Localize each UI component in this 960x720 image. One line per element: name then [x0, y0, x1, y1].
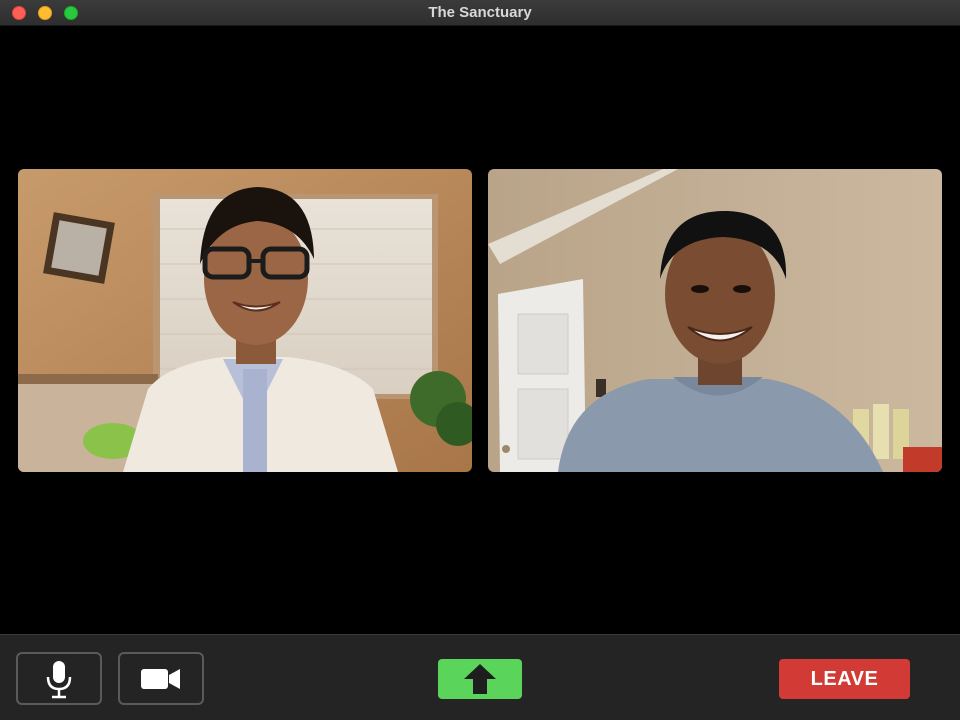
toggle-video-button[interactable] — [118, 652, 204, 705]
video-camera-icon — [141, 668, 180, 689]
video-stage — [0, 26, 960, 634]
leave-call-button[interactable]: LEAVE — [779, 659, 910, 699]
share-screen-button[interactable] — [438, 659, 522, 699]
participant-video-feed-right — [488, 169, 942, 472]
window-title: The Sanctuary — [428, 4, 532, 21]
window-titlebar: The Sanctuary — [0, 0, 960, 26]
microphone-icon — [46, 660, 72, 698]
up-arrow-icon — [464, 664, 496, 694]
participant-video-left[interactable] — [18, 169, 472, 472]
participant-video-right[interactable] — [488, 169, 942, 472]
mute-microphone-button[interactable] — [16, 652, 102, 705]
call-control-bar: LEAVE — [0, 634, 960, 720]
participant-video-feed-left — [18, 169, 472, 472]
